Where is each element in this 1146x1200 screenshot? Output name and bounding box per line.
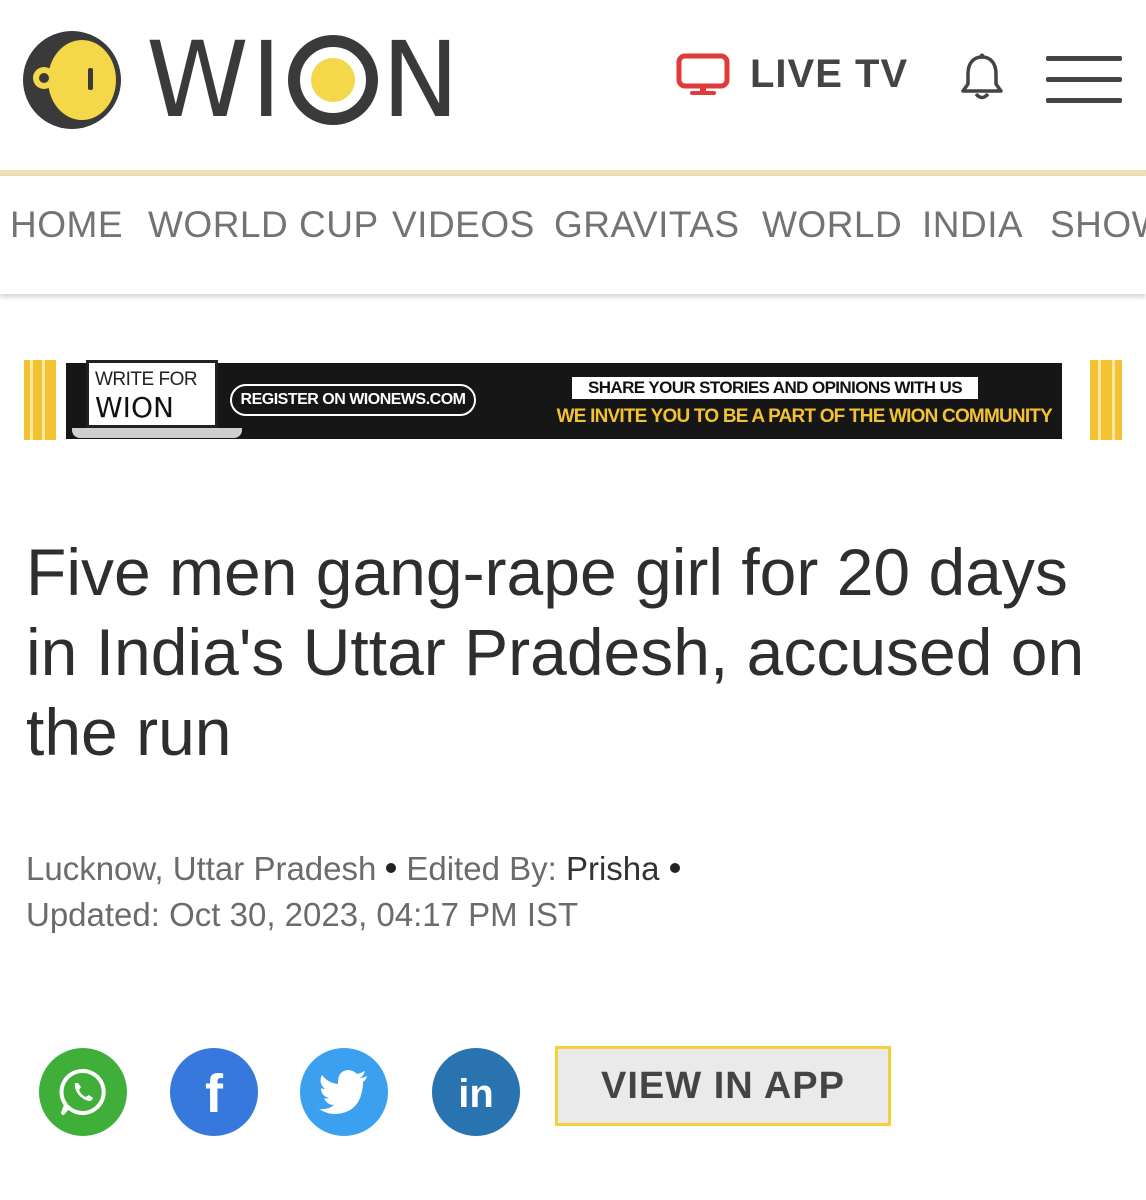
nav-item-shows[interactable]: SHOW <box>1050 204 1146 246</box>
write-wion-label: WION <box>95 391 174 424</box>
article-editor[interactable]: Prisha <box>566 850 660 887</box>
facebook-share-button[interactable]: f <box>170 1048 258 1136</box>
live-tv-label: LIVE TV <box>750 52 909 96</box>
menu-bar-bottom <box>1046 98 1122 103</box>
separator-dot <box>669 863 680 874</box>
write-for-wion-box: WRITE FOR WION <box>86 360 218 428</box>
linkedin-icon: in <box>458 1072 494 1116</box>
meta-line-1: Lucknow, Uttar Pradesh Edited By: Prisha <box>26 846 1106 892</box>
bell-icon[interactable] <box>958 52 1006 102</box>
whatsapp-share-button[interactable] <box>39 1048 127 1136</box>
edited-by-label: Edited By: <box>406 850 557 887</box>
main-nav: HOME WORLD CUP VIDEOS GRAVITAS WORLD IND… <box>0 176 1146 294</box>
menu-bar-top <box>1046 56 1122 61</box>
nav-item-home[interactable]: HOME <box>10 204 123 246</box>
wion-wordmark: WIN <box>146 28 461 132</box>
article-meta: Lucknow, Uttar Pradesh Edited By: Prisha … <box>26 846 1106 938</box>
nav-item-world-cup[interactable]: WORLD CUP <box>148 204 379 246</box>
facebook-icon: f <box>205 1064 223 1124</box>
nav-item-videos[interactable]: VIDEOS <box>392 204 535 246</box>
article-location: Lucknow, Uttar Pradesh <box>26 850 377 887</box>
laptop-icon <box>72 428 242 438</box>
hamburger-menu-icon[interactable] <box>1046 56 1122 104</box>
article-updated: Updated: Oct 30, 2023, 04:17 PM IST <box>26 896 579 933</box>
twitter-icon <box>319 1070 367 1114</box>
nav-item-india[interactable]: INDIA <box>922 204 1023 246</box>
write-for-label: WRITE FOR <box>95 369 198 390</box>
twitter-share-button[interactable] <box>300 1048 388 1136</box>
live-tv-button[interactable]: LIVE TV <box>676 52 908 97</box>
register-link[interactable]: REGISTER ON WIONEWS.COM <box>230 384 476 416</box>
article-headline: Five men gang-rape girl for 20 days in I… <box>26 535 1085 769</box>
whatsapp-icon <box>59 1068 106 1115</box>
share-stories-text: SHARE YOUR STORIES AND OPINIONS WITH US <box>572 377 978 399</box>
banner-stripe-right <box>1090 360 1122 440</box>
linkedin-share-button[interactable]: in <box>432 1048 520 1136</box>
view-in-app-button[interactable]: VIEW IN APP <box>555 1046 891 1126</box>
wion-logo[interactable]: WIN <box>22 28 461 132</box>
wion-logo-mark-icon <box>23 31 121 129</box>
wordmark-i: I <box>250 19 284 141</box>
wordmark-w: W <box>146 19 251 141</box>
separator-dot <box>386 863 397 874</box>
nav-item-world[interactable]: WORLD <box>762 204 902 246</box>
write-for-wion-banner[interactable]: WRITE FOR WION REGISTER ON WIONEWS.COM S… <box>24 360 1122 442</box>
wordmark-n: N <box>381 19 462 141</box>
site-header: WIN LIVE TV <box>0 0 1146 170</box>
wordmark-o-icon <box>287 35 378 125</box>
invite-text: WE INVITE YOU TO BE A PART OF THE WION C… <box>556 406 1053 427</box>
menu-bar-middle <box>1046 77 1122 82</box>
nav-item-gravitas[interactable]: GRAVITAS <box>554 204 740 246</box>
banner-stripe-left <box>24 360 56 440</box>
tv-icon <box>676 53 730 95</box>
